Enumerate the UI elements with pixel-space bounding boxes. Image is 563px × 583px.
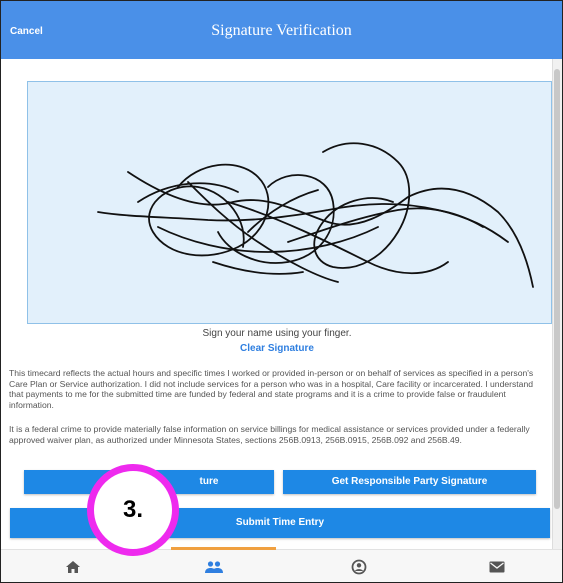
scrollbar-thumb[interactable] bbox=[554, 69, 560, 509]
responsible-party-signature-button[interactable]: Get Responsible Party Signature bbox=[283, 470, 536, 494]
step-callout: 3. bbox=[87, 464, 179, 556]
signature-pad[interactable] bbox=[27, 81, 552, 324]
signature-button-label: ture bbox=[199, 476, 219, 487]
responsible-party-signature-label: Get Responsible Party Signature bbox=[331, 476, 488, 487]
submit-time-entry-label: Submit Time Entry bbox=[235, 517, 325, 528]
nav-people[interactable] bbox=[184, 550, 244, 582]
account-icon bbox=[351, 559, 367, 574]
nav-mail[interactable] bbox=[467, 550, 527, 582]
people-icon bbox=[205, 560, 223, 573]
nav-home[interactable] bbox=[43, 550, 103, 582]
clear-signature-link[interactable]: Clear Signature bbox=[1, 343, 553, 354]
header-bar: Cancel Signature Verification bbox=[1, 1, 562, 59]
mail-icon bbox=[489, 561, 505, 572]
bottom-nav bbox=[1, 547, 562, 582]
disclaimer-paragraph: It is a federal crime to provide materia… bbox=[9, 424, 530, 445]
disclaimer-paragraph: This timecard reflects the actual hours … bbox=[9, 368, 534, 410]
home-icon bbox=[66, 560, 80, 573]
scrollbar[interactable] bbox=[552, 59, 562, 549]
step-callout-label: 3. bbox=[122, 496, 143, 523]
screen: Cancel Signature Verification Sign your bbox=[0, 0, 563, 583]
signature-instruction: Sign your name using your finger. bbox=[202, 328, 352, 339]
nav-account[interactable] bbox=[329, 550, 389, 582]
signature-strokes bbox=[97, 142, 534, 288]
page-title: Signature Verification bbox=[211, 22, 352, 39]
